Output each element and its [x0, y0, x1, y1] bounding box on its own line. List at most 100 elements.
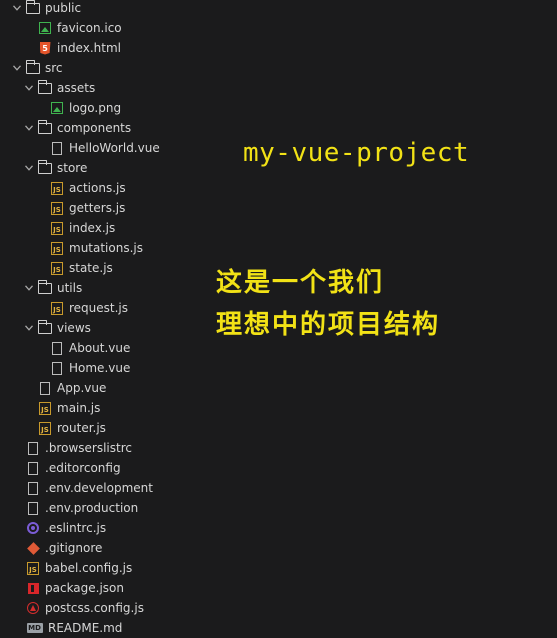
chevron-down-icon[interactable] [24, 278, 34, 298]
chevron-down-icon[interactable] [24, 158, 34, 178]
tree-folder-row[interactable]: public [12, 0, 81, 18]
file-icon [50, 361, 64, 375]
tree-file-row[interactable]: HelloWorld.vue [50, 138, 160, 158]
tree-item-label: actions.js [69, 181, 126, 195]
folder-open-icon [38, 159, 52, 175]
tree-item-label: .eslintrc.js [45, 521, 107, 535]
image-file-icon [50, 101, 64, 115]
tree-file-row[interactable]: postcss.config.js [26, 598, 144, 618]
tree-item-label: .editorconfig [45, 461, 121, 475]
tree-item-label: README.md [48, 621, 123, 635]
tree-item-label: utils [57, 281, 83, 295]
tree-file-row[interactable]: JS actions.js [50, 178, 126, 198]
tree-file-row[interactable]: JS getters.js [50, 198, 125, 218]
image-file-icon [38, 21, 52, 35]
tree-item-label: .gitignore [45, 541, 103, 555]
tree-item-label: public [45, 1, 82, 15]
tree-file-row[interactable]: logo.png [50, 98, 121, 118]
tree-file-row[interactable]: .eslintrc.js [26, 518, 106, 538]
folder-open-icon [26, 59, 40, 75]
folder-open-icon [38, 319, 52, 335]
tree-item-label: .env.production [45, 501, 139, 515]
tree-item-label: postcss.config.js [45, 601, 144, 615]
tree-item-label: HelloWorld.vue [69, 141, 160, 155]
tree-item-label: getters.js [69, 201, 126, 215]
file-icon [38, 381, 52, 395]
chevron-down-icon[interactable] [24, 118, 34, 138]
tree-item-label: favicon.ico [57, 21, 122, 35]
tree-file-row[interactable]: JS index.js [50, 218, 115, 238]
tree-item-label: router.js [57, 421, 106, 435]
tree-item-label: App.vue [57, 381, 107, 395]
tree-file-row[interactable]: JS state.js [50, 258, 113, 278]
project-name-annotation: my-vue-project [243, 138, 470, 168]
tree-item-label: .browserslistrc [45, 441, 132, 455]
file-icon [50, 141, 64, 155]
tree-folder-row[interactable]: assets [24, 78, 95, 98]
tree-file-row[interactable]: .env.development [26, 478, 153, 498]
tree-file-row[interactable]: Home.vue [50, 358, 130, 378]
tree-file-row[interactable]: JS babel.config.js [26, 558, 132, 578]
tree-folder-row[interactable]: views [24, 318, 91, 338]
tree-file-row[interactable]: About.vue [50, 338, 130, 358]
folder-open-icon [38, 279, 52, 295]
tree-file-row[interactable]: favicon.ico [38, 18, 122, 38]
file-icon [26, 481, 40, 495]
js-file-icon: JS [50, 261, 64, 275]
tree-file-row[interactable]: .browserslistrc [26, 438, 132, 458]
file-icon [26, 461, 40, 475]
tree-item-label: Home.vue [69, 361, 131, 375]
js-file-icon: JS [38, 401, 52, 415]
tree-file-row[interactable]: package.json [26, 578, 124, 598]
tree-file-row[interactable]: JS request.js [50, 298, 128, 318]
tree-item-label: About.vue [69, 341, 131, 355]
folder-open-icon [38, 79, 52, 95]
chevron-down-icon[interactable] [24, 318, 34, 338]
tree-file-row[interactable]: .env.production [26, 498, 138, 518]
annotation-line-1: 这是一个我们 [216, 268, 385, 298]
file-icon [26, 441, 40, 455]
js-file-icon: JS [38, 421, 52, 435]
eslint-icon [26, 521, 40, 535]
js-file-icon: JS [50, 181, 64, 195]
tree-file-row[interactable]: 5 index.html [38, 38, 121, 58]
tree-folder-row[interactable]: utils [24, 278, 82, 298]
js-file-icon: JS [50, 201, 64, 215]
file-icon [50, 341, 64, 355]
tree-item-label: logo.png [69, 101, 122, 115]
tree-item-label: index.html [57, 41, 121, 55]
tree-item-label: index.js [69, 221, 116, 235]
tree-file-row[interactable]: App.vue [38, 378, 106, 398]
js-file-icon: JS [50, 221, 64, 235]
tree-folder-row[interactable]: store [24, 158, 87, 178]
annotation-line-2: 理想中的项目结构 [216, 310, 441, 340]
tree-item-label: .env.development [45, 481, 153, 495]
tree-item-label: mutations.js [69, 241, 143, 255]
chevron-down-icon[interactable] [24, 78, 34, 98]
js-file-icon: JS [50, 241, 64, 255]
folder-open-icon [26, 0, 40, 15]
tree-file-row[interactable]: .editorconfig [26, 458, 121, 478]
postcss-icon [26, 601, 40, 615]
tree-file-row[interactable]: MD README.md [26, 618, 122, 638]
markdown-icon: MD [26, 623, 43, 633]
tree-file-row[interactable]: JS mutations.js [50, 238, 143, 258]
tree-folder-row[interactable]: components [24, 118, 131, 138]
tree-item-label: babel.config.js [45, 561, 133, 575]
tree-file-row[interactable]: JS router.js [38, 418, 106, 438]
npm-package-icon [26, 581, 40, 595]
tree-item-label: store [57, 161, 88, 175]
git-icon [26, 541, 40, 555]
tree-file-row[interactable]: JS main.js [38, 398, 100, 418]
tree-file-row[interactable]: .gitignore [26, 538, 102, 558]
file-icon [26, 501, 40, 515]
html5-file-icon: 5 [38, 41, 52, 55]
chevron-down-icon[interactable] [12, 0, 22, 18]
tree-item-label: views [57, 321, 91, 335]
folder-open-icon [38, 119, 52, 135]
tree-folder-row[interactable]: src [12, 58, 63, 78]
chevron-down-icon[interactable] [12, 58, 22, 78]
tree-item-label: assets [57, 81, 96, 95]
tree-item-label: main.js [57, 401, 101, 415]
js-file-icon: JS [50, 301, 64, 315]
